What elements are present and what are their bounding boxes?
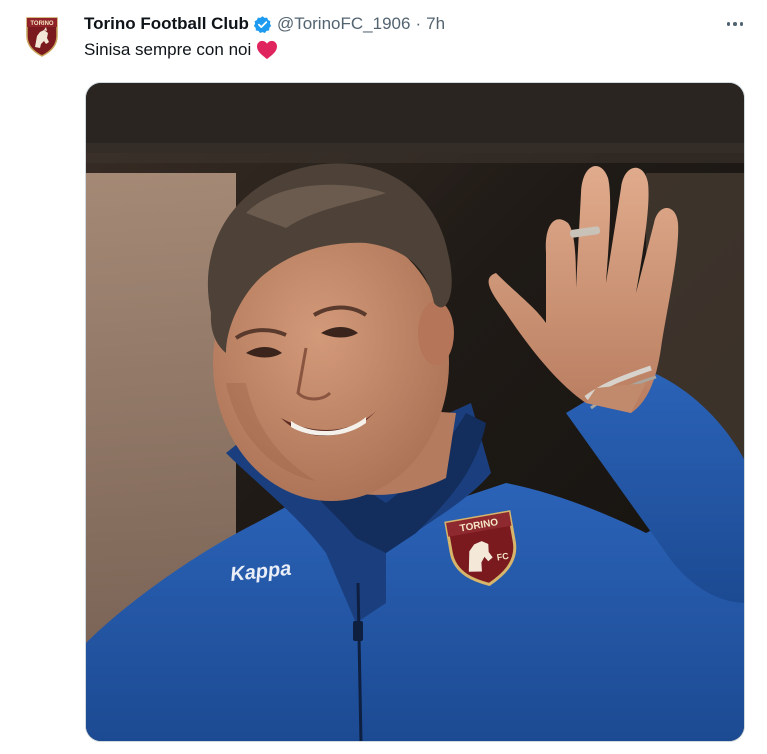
more-options-icon — [726, 22, 731, 26]
more-options-button[interactable] — [722, 14, 748, 34]
torino-crest-icon: TORINO — [26, 17, 58, 57]
tweet-text-content: Sinisa sempre con noi — [84, 40, 252, 59]
tweet: TORINO Torino Football Club @TorinoFC_19… — [0, 0, 767, 754]
tweet-photo[interactable]: Kappa TORINO FC — [85, 82, 745, 742]
photo-illustration: Kappa TORINO FC — [86, 83, 744, 741]
user-handle[interactable]: @TorinoFC_1906 — [277, 14, 411, 34]
crest-text-bottom: FC — [496, 551, 510, 563]
timestamp[interactable]: 7h — [426, 14, 445, 34]
avatar[interactable]: TORINO — [20, 14, 64, 58]
verified-badge-icon — [253, 15, 272, 33]
tweet-text: Sinisa sempre con noi — [84, 40, 278, 60]
tweet-header: Torino Football Club @TorinoFC_1906 · 7h — [84, 12, 445, 36]
more-options-dot — [739, 22, 744, 26]
red-heart-emoji-icon — [257, 40, 278, 60]
avatar-text: TORINO — [30, 21, 54, 27]
separator-dot: · — [415, 14, 422, 33]
display-name[interactable]: Torino Football Club — [84, 14, 249, 34]
more-options-dot — [733, 22, 737, 26]
